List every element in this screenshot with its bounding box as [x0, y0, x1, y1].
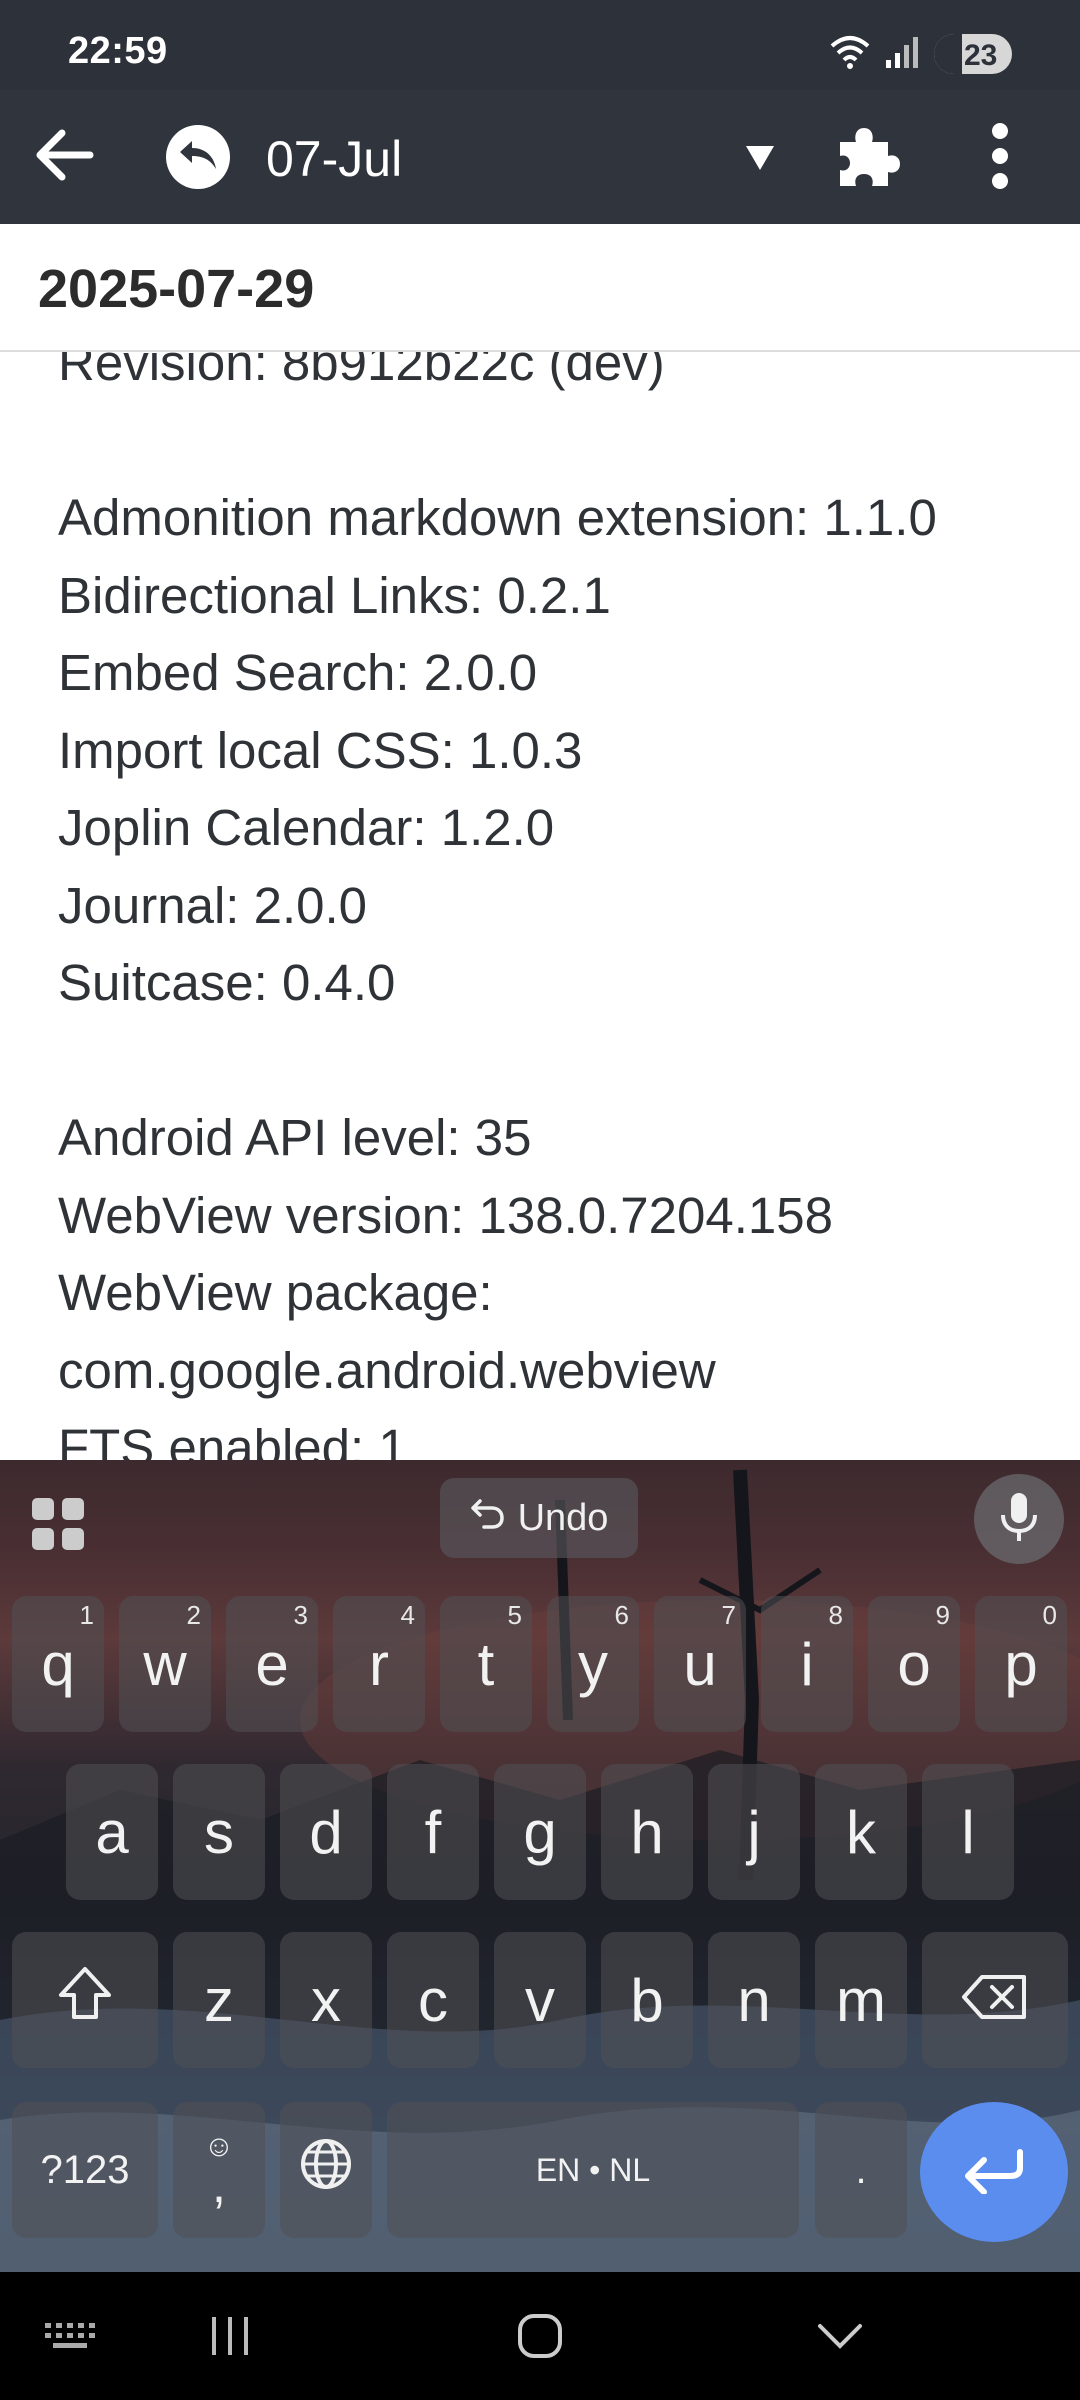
keyboard-switch-icon	[45, 2322, 95, 2354]
key-b[interactable]: b	[601, 1932, 693, 2068]
hide-keyboard-button[interactable]	[800, 2308, 880, 2368]
hide-keyboard-icon	[817, 2322, 863, 2355]
voice-input-button[interactable]	[974, 1474, 1064, 1564]
note-line: com.google.android.webview	[58, 1341, 716, 1399]
undo-label: Undo	[517, 1496, 609, 1539]
keyboard-apps-button[interactable]	[30, 1496, 86, 1552]
soft-keyboard: Undo q1 w2 e3 r4 t5 y6 u7 i8 o9 p0 a s d…	[0, 1460, 1080, 2272]
key-s[interactable]: s	[173, 1764, 265, 1900]
undo-button[interactable]	[166, 125, 230, 189]
note-title-input[interactable]: 2025-07-29	[38, 258, 1038, 320]
key-t[interactable]: t5	[440, 1596, 532, 1732]
note-line: Bidirectional Links: 0.2.1	[58, 566, 611, 624]
undo-suggestion-chip[interactable]: Undo	[440, 1478, 638, 1558]
back-arrow-icon	[34, 128, 94, 187]
key-m[interactable]: m	[815, 1932, 907, 2068]
symbols-key[interactable]: ?123	[12, 2102, 158, 2238]
note-line	[58, 402, 937, 480]
status-time: 22:59	[68, 30, 168, 72]
key-p[interactable]: p0	[975, 1596, 1067, 1732]
note-line: WebView package:	[58, 1264, 493, 1321]
status-icons: 23	[830, 34, 1012, 74]
backspace-key[interactable]	[922, 1932, 1068, 2068]
note-editor[interactable]: Revision: 8b912b22c (dev) Admonition mar…	[0, 352, 1080, 1460]
note-line: Journal: 2.0.0	[58, 876, 368, 934]
note-line: Joplin Calendar: 1.2.0	[58, 799, 555, 856]
overflow-menu-button[interactable]	[970, 116, 1030, 200]
enter-key[interactable]	[920, 2102, 1068, 2242]
key-c[interactable]: c	[387, 1932, 479, 2068]
puzzle-plugin-icon	[832, 120, 904, 197]
key-i[interactable]: i8	[761, 1596, 853, 1732]
note-line: WebView version: 138.0.7204.158	[58, 1186, 833, 1244]
undo-icon	[470, 1495, 506, 1541]
comma-emoji-key[interactable]: ☺ ,	[173, 2102, 265, 2238]
key-w[interactable]: w2	[119, 1596, 211, 1732]
space-key[interactable]: EN • NL	[387, 2102, 799, 2238]
microphone-icon	[999, 1491, 1039, 1548]
plugins-button[interactable]	[826, 116, 910, 200]
note-line: Import local CSS: 1.0.3	[58, 721, 583, 779]
overflow-menu-icon	[990, 121, 1010, 196]
back-button[interactable]	[24, 117, 104, 197]
key-e[interactable]: e3	[226, 1596, 318, 1732]
wifi-icon	[830, 34, 870, 75]
key-v[interactable]: v	[494, 1932, 586, 2068]
folder-dropdown-button[interactable]	[730, 130, 790, 190]
note-body: Revision: 8b912b22c (dev) Admonition mar…	[58, 352, 937, 1460]
key-f[interactable]: f	[387, 1764, 479, 1900]
comma-label: ,	[212, 2157, 226, 2213]
note-line: FTS enabled: 1	[58, 1419, 407, 1460]
key-u[interactable]: u7	[654, 1596, 746, 1732]
key-z[interactable]: z	[173, 1932, 265, 2068]
keyboard-switch-button[interactable]	[20, 2308, 120, 2368]
dropdown-triangle-icon	[744, 144, 776, 177]
undo-circle-icon	[178, 137, 218, 178]
key-n[interactable]: n	[708, 1932, 800, 2068]
key-y[interactable]: y6	[547, 1596, 639, 1732]
key-k[interactable]: k	[815, 1764, 907, 1900]
folder-title[interactable]: 07-Jul	[266, 130, 402, 188]
app-toolbar: 07-Jul	[0, 90, 1080, 224]
recents-button[interactable]	[190, 2308, 270, 2368]
key-x[interactable]: x	[280, 1932, 372, 2068]
backspace-icon	[960, 1966, 1030, 2035]
note-line: Android API level: 35	[58, 1109, 532, 1166]
key-o[interactable]: o9	[868, 1596, 960, 1732]
note-line: Revision: 8b912b22c (dev)	[58, 352, 665, 391]
language-key[interactable]	[280, 2102, 372, 2238]
shift-icon	[55, 1963, 115, 2037]
globe-icon	[299, 2136, 353, 2205]
note-title-area: 2025-07-29	[0, 224, 1080, 352]
shift-key[interactable]	[12, 1932, 158, 2068]
note-line: Suitcase: 0.4.0	[58, 954, 396, 1011]
enter-arrow-icon	[962, 2146, 1026, 2199]
note-line: Embed Search: 2.0.0	[58, 644, 538, 701]
system-nav-bar	[0, 2272, 1080, 2400]
key-g[interactable]: g	[494, 1764, 586, 1900]
key-l[interactable]: l	[922, 1764, 1014, 1900]
home-icon	[517, 2313, 563, 2364]
battery-icon: 23	[934, 34, 1012, 74]
status-bar: 22:59 23	[0, 0, 1080, 90]
grid-apps-icon	[30, 1498, 86, 1556]
key-a[interactable]: a	[66, 1764, 158, 1900]
note-line: Admonition markdown extension: 1.1.0	[58, 489, 937, 546]
home-button[interactable]	[500, 2308, 580, 2368]
note-line	[58, 1022, 937, 1100]
key-h[interactable]: h	[601, 1764, 693, 1900]
key-j[interactable]: j	[708, 1764, 800, 1900]
period-key[interactable]: .	[815, 2102, 907, 2238]
battery-level: 23	[964, 39, 998, 72]
key-r[interactable]: r4	[333, 1596, 425, 1732]
signal-icon	[884, 34, 920, 75]
key-q[interactable]: q1	[12, 1596, 104, 1732]
key-d[interactable]: d	[280, 1764, 372, 1900]
recents-icon	[208, 2315, 252, 2362]
